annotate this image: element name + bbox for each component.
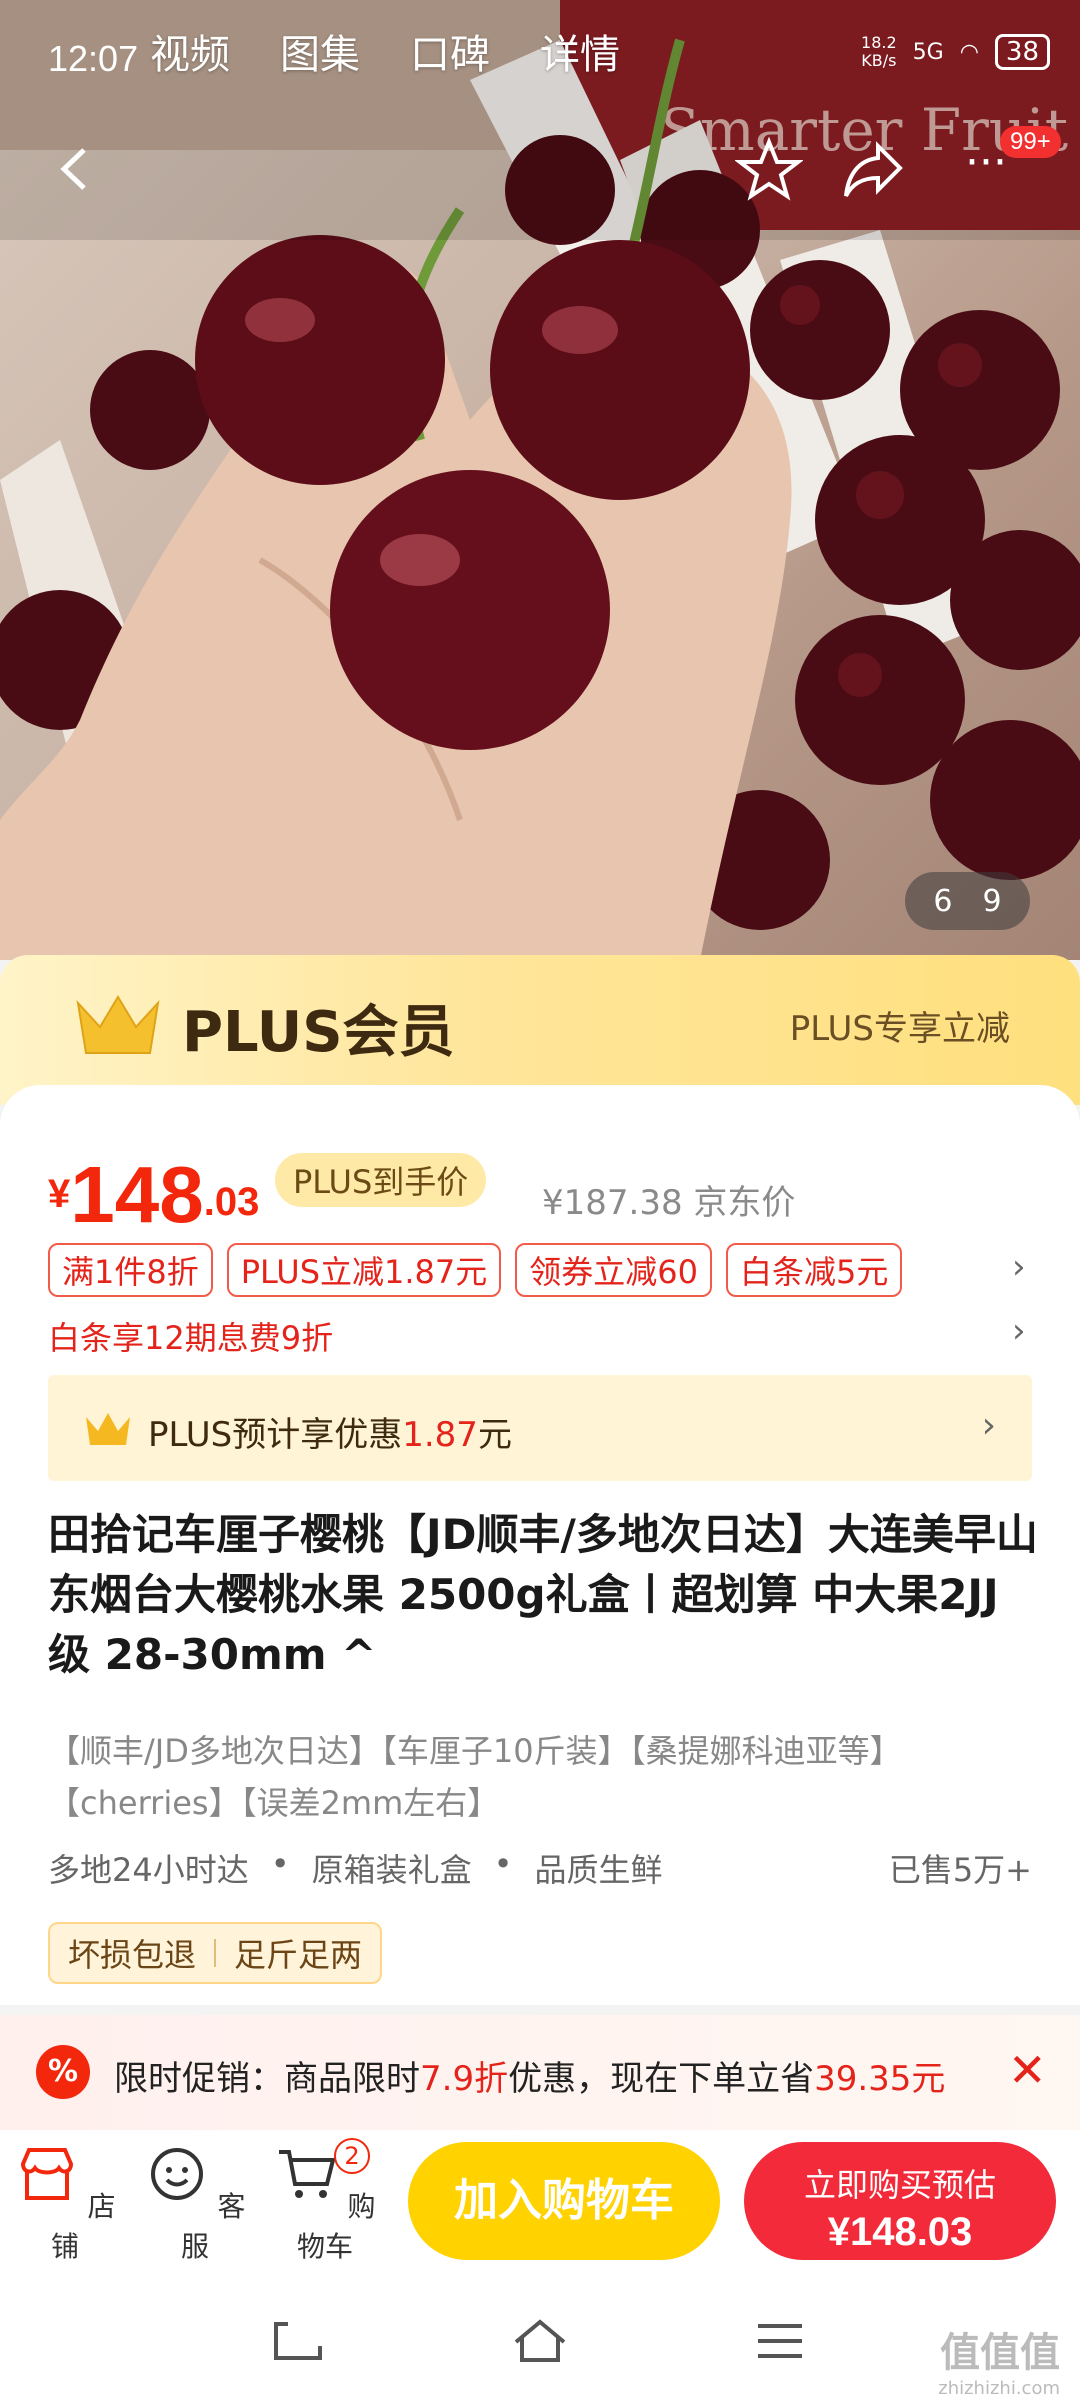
crown-icon [76, 995, 160, 1054]
add-to-cart-button[interactable]: 加入购物车 [408, 2142, 720, 2260]
limited-time-promo-bar[interactable]: % 限时促销：商品限时7.9折优惠，现在下单立省39.35元 ✕ [0, 2015, 1080, 2130]
chat-smile-icon [150, 2148, 203, 2200]
promo-discount: 7.9折 [420, 2059, 509, 2099]
shopping-cart-icon [278, 2150, 336, 2198]
promo-tag[interactable]: 领券立减60 [515, 1243, 712, 1297]
plus-price-label: PLUS到手价 [275, 1153, 487, 1207]
net-speed-value: 18.2 [861, 33, 897, 52]
feature-dot: • [493, 1845, 513, 1883]
feature-item: 品质生鲜 [534, 1851, 663, 1889]
message-count-badge: 99+ [1000, 126, 1061, 158]
plus-estimate-prefix: PLUS预计享优惠 [148, 1415, 403, 1455]
tab-reviews[interactable]: 口碑 [410, 22, 490, 80]
promo-text: 限时促销：商品限时7.9折优惠，现在下单立省39.35元 [114, 2051, 945, 2100]
share-icon[interactable] [840, 136, 908, 204]
plus-estimate-text: PLUS预计享优惠1.87元 [148, 1407, 512, 1456]
promo-text-part: 限时促销：商品限时 [114, 2059, 420, 2099]
status-time: 12:07 [48, 38, 139, 79]
sold-count: 已售5万+ [888, 1851, 1032, 1889]
promo-text-part: 优惠，现在下单立省 [508, 2059, 815, 2099]
net-speed: 18.2 KB/s [861, 34, 897, 70]
favorite-star-icon[interactable] [735, 136, 803, 204]
chevron-right-icon: › [981, 1405, 996, 1446]
media-tabs: 视频 图集 口碑 详情 [150, 22, 620, 80]
tab-video[interactable]: 视频 [150, 22, 230, 80]
product-info-card: ¥ 148 .03 PLUS到手价 ¥187.38 京东价 满1件8折 PLUS… [0, 1085, 1080, 2005]
buy-now-price: ¥148.03 [827, 2210, 973, 2254]
feature-dot: • [270, 1845, 290, 1883]
status-icons: 18.2 KB/s 5G ◠ 38 [861, 34, 1050, 70]
product-features: 多地24小时达 • 原箱装礼盒 • 品质生鲜 [48, 1845, 663, 1891]
price-integer: 148 [70, 1150, 204, 1239]
price: ¥ 148 .03 [48, 1145, 259, 1235]
guarantee-badges[interactable]: 坏损包退 足斤足两 [48, 1922, 383, 1984]
net-speed-unit: KB/s [861, 51, 897, 70]
image-counter-current: 6 [933, 883, 953, 919]
feature-item: 多地24小时达 [48, 1851, 249, 1889]
price-decimal: .03 [203, 1180, 260, 1224]
top-action-row: ··· [0, 120, 1080, 220]
signal-icon: 5G [912, 39, 944, 65]
shop-icon [20, 2148, 73, 2200]
watermark-url: zhizhizhi.com [938, 2378, 1060, 2399]
feature-item: 原箱装礼盒 [311, 1851, 472, 1889]
image-counter: 6 9 [905, 872, 1030, 930]
guarantee-item: 坏损包退 [68, 1936, 197, 1974]
jd-price: ¥187.38 京东价 [542, 1183, 796, 1223]
back-arrow-icon[interactable] [50, 144, 100, 194]
wifi-icon: ◠ [959, 39, 979, 65]
watermark: 值值值 zhizhizhi.com [938, 2320, 1060, 2399]
promo-tag[interactable]: 满1件8折 [48, 1243, 213, 1297]
customer-service-button[interactable]: 客服 [140, 2142, 250, 2265]
chevron-right-icon[interactable]: › [1012, 1311, 1026, 1351]
promo-tag[interactable]: 白条减5元 [726, 1243, 903, 1297]
buy-now-label: 立即购买预估 [803, 2166, 996, 2204]
shop-button[interactable]: 店铺 [10, 2142, 120, 2265]
product-subtags: 【顺丰/JD多地次日达】【车厘子10斤装】【桑提娜科迪亚等】【cherries】… [48, 1732, 902, 1822]
tab-details[interactable]: 详情 [540, 22, 620, 80]
percent-icon: % [36, 2045, 90, 2099]
promo-tag[interactable]: PLUS立减1.87元 [226, 1243, 502, 1297]
cart-count-badge: 2 [334, 2138, 370, 2174]
buy-now-button[interactable]: 立即购买预估 ¥148.03 [744, 2142, 1056, 2260]
baitiao-installment[interactable]: 白条享12期息费9折 [48, 1313, 333, 1359]
price-symbol: ¥ [48, 1172, 71, 1216]
system-back-icon[interactable] [268, 2316, 328, 2366]
promo-tags[interactable]: 满1件8折 PLUS立减1.87元 领券立减60 白条减5元 [48, 1243, 903, 1297]
plus-member-banner[interactable]: PLUS会员 PLUS专享立减 [0, 955, 1080, 1105]
system-navigation-bar [0, 2280, 1080, 2400]
plus-estimate-suffix: 元 [477, 1415, 512, 1455]
product-title[interactable]: 田拾记车厘子樱桃【JD顺丰/多地次日达】大连美早山东烟台大樱桃水果 2500g礼… [48, 1505, 1038, 1685]
plus-estimate-amount: 1.87 [402, 1415, 478, 1455]
bottom-action-bar: 店铺 客服 购物车 2 加入购物车 立即购买预估 ¥148.03 [0, 2130, 1080, 2280]
battery-icon: 38 [994, 34, 1050, 70]
system-menu-icon[interactable] [750, 2316, 810, 2366]
crown-icon [86, 1413, 130, 1445]
image-counter-total: 9 [982, 883, 1002, 919]
plus-exclusive-discount[interactable]: PLUS专享立减 [790, 1001, 1010, 1050]
watermark-logo: 值值值 [940, 2330, 1060, 2376]
plus-estimate-bar[interactable]: PLUS预计享优惠1.87元 › [48, 1375, 1032, 1481]
guarantee-item: 足斤足两 [234, 1936, 363, 1974]
plus-title: PLUS会员 [182, 1000, 455, 1065]
system-home-icon[interactable] [510, 2316, 570, 2366]
promo-save-amount: 39.35元 [814, 2059, 946, 2099]
close-icon[interactable]: ✕ [1008, 2043, 1047, 2097]
chevron-right-icon[interactable]: › [1012, 1247, 1026, 1287]
tab-gallery[interactable]: 图集 [280, 22, 360, 80]
